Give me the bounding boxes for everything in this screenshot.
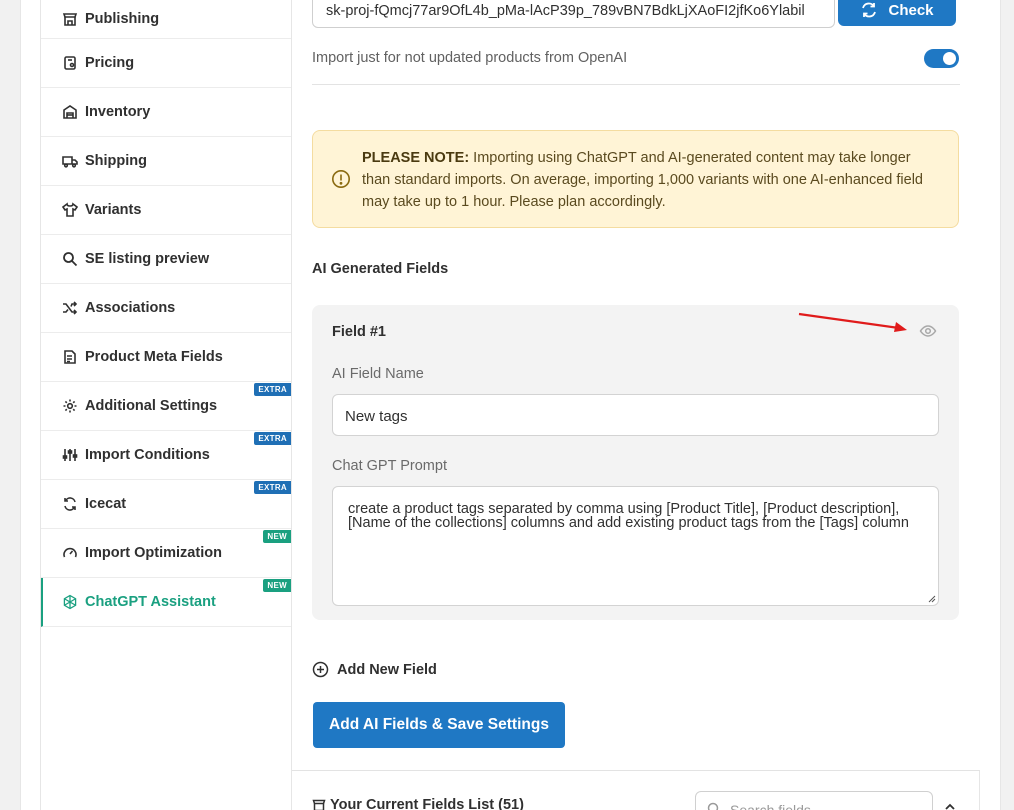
sidebar-item-additional-settings[interactable]: Additional Settings EXTRA bbox=[41, 382, 291, 431]
sliders-icon bbox=[61, 446, 79, 464]
sidebar-item-label: Associations bbox=[85, 300, 176, 316]
extra-badge: EXTRA bbox=[254, 481, 291, 494]
fields-list-header: Your Current Fields List (51) Search fie… bbox=[292, 770, 980, 810]
sidebar-item-import-conditions[interactable]: Import Conditions EXTRA bbox=[41, 431, 291, 480]
sidebar-item-label: Variants bbox=[85, 202, 142, 218]
sidebar-item-label: Icecat bbox=[85, 496, 127, 512]
check-button-label: Check bbox=[888, 1, 934, 19]
sidebar-item-chatgpt-assistant[interactable]: ChatGPT Assistant NEW bbox=[41, 578, 291, 627]
sidebar-item-label: Inventory bbox=[85, 104, 151, 120]
resize-handle-icon[interactable] bbox=[928, 595, 936, 603]
warehouse-icon bbox=[61, 103, 79, 121]
sidebar-item-inventory[interactable]: Inventory bbox=[41, 88, 291, 137]
sidebar-item-label: Product Meta Fields bbox=[85, 349, 223, 365]
api-key-input[interactable]: sk-proj-fQmcj77ar9OfL4b_pMa-lAcP39p_789v… bbox=[312, 0, 835, 28]
warning-icon bbox=[332, 170, 350, 188]
openai-icon bbox=[61, 593, 79, 611]
sync-icon bbox=[862, 2, 877, 18]
import-toggle-label: Import just for not updated products fro… bbox=[312, 50, 628, 66]
sidebar-item-label: Import Conditions bbox=[85, 447, 210, 463]
search-icon bbox=[61, 250, 79, 268]
sidebar-item-import-optimization[interactable]: Import Optimization NEW bbox=[41, 529, 291, 578]
api-key-row: sk-proj-fQmcj77ar9OfL4b_pMa-lAcP39p_789v… bbox=[312, 0, 960, 28]
ai-field-name-label: AI Field Name bbox=[332, 366, 424, 382]
note-text: PLEASE NOTE: Importing using ChatGPT and… bbox=[362, 147, 942, 213]
chatgpt-prompt-label: Chat GPT Prompt bbox=[332, 458, 447, 474]
ai-field-card: Field #1 AI Field Name New tags Chat GPT… bbox=[312, 305, 959, 620]
price-tag-icon bbox=[61, 54, 79, 72]
sidebar-item-publishing[interactable]: Publishing bbox=[41, 0, 291, 39]
field-title: Field #1 bbox=[332, 324, 386, 340]
gear-icon bbox=[61, 397, 79, 415]
settings-sidebar: Publishing Pricing Inventory Shipping Va… bbox=[40, 0, 292, 810]
sidebar-item-label: Publishing bbox=[85, 11, 160, 27]
shirt-icon bbox=[61, 201, 79, 219]
sidebar-item-label: Pricing bbox=[85, 55, 135, 71]
truck-icon bbox=[61, 152, 79, 170]
search-icon bbox=[707, 802, 719, 810]
check-button[interactable]: Check bbox=[838, 0, 956, 26]
extra-badge: EXTRA bbox=[254, 432, 291, 445]
note-strong: PLEASE NOTE: bbox=[362, 150, 470, 166]
sidebar-item-label: ChatGPT Assistant bbox=[85, 594, 216, 610]
note-banner: PLEASE NOTE: Importing using ChatGPT and… bbox=[312, 130, 959, 228]
sidebar-item-se-listing-preview[interactable]: SE listing preview bbox=[41, 235, 291, 284]
store-icon bbox=[312, 799, 326, 810]
ai-field-name-input[interactable]: New tags bbox=[332, 394, 939, 436]
add-new-field-button[interactable]: Add New Field bbox=[312, 661, 437, 678]
save-settings-button[interactable]: Add AI Fields & Save Settings bbox=[313, 702, 565, 748]
ai-generated-fields-title: AI Generated Fields bbox=[312, 261, 449, 277]
chatgpt-prompt-textarea[interactable]: create a product tags separated by comma… bbox=[332, 486, 939, 606]
new-badge: NEW bbox=[263, 579, 291, 592]
search-fields-input[interactable]: Search fields bbox=[695, 791, 933, 810]
chevron-up-icon[interactable] bbox=[944, 801, 956, 810]
import-toggle-switch[interactable] bbox=[924, 49, 959, 68]
fields-list-label: Your Current Fields List (51) bbox=[330, 797, 524, 810]
gauge-icon bbox=[61, 544, 79, 562]
new-badge: NEW bbox=[263, 530, 291, 543]
eye-icon[interactable] bbox=[919, 322, 937, 340]
sidebar-item-pricing[interactable]: Pricing bbox=[41, 39, 291, 88]
sidebar-item-label: Shipping bbox=[85, 153, 148, 169]
search-placeholder: Search fields bbox=[730, 802, 811, 810]
refresh-icon bbox=[61, 495, 79, 513]
sidebar-item-icecat[interactable]: Icecat EXTRA bbox=[41, 480, 291, 529]
import-toggle-row: Import just for not updated products fro… bbox=[312, 48, 960, 85]
shuffle-icon bbox=[61, 299, 79, 317]
fields-list-title[interactable]: Your Current Fields List (51) bbox=[312, 797, 524, 810]
sidebar-item-product-meta-fields[interactable]: Product Meta Fields bbox=[41, 333, 291, 382]
sidebar-item-label: Import Optimization bbox=[85, 545, 222, 561]
sidebar-item-label: SE listing preview bbox=[85, 251, 210, 267]
sidebar-item-variants[interactable]: Variants bbox=[41, 186, 291, 235]
sidebar-item-shipping[interactable]: Shipping bbox=[41, 137, 291, 186]
document-icon bbox=[61, 348, 79, 366]
store-icon bbox=[61, 10, 79, 28]
extra-badge: EXTRA bbox=[254, 383, 291, 396]
add-new-field-label: Add New Field bbox=[337, 661, 437, 678]
sidebar-item-associations[interactable]: Associations bbox=[41, 284, 291, 333]
prompt-text: create a product tags separated by comma… bbox=[348, 501, 909, 531]
sidebar-item-label: Additional Settings bbox=[85, 398, 218, 414]
plus-circle-icon bbox=[312, 661, 329, 678]
